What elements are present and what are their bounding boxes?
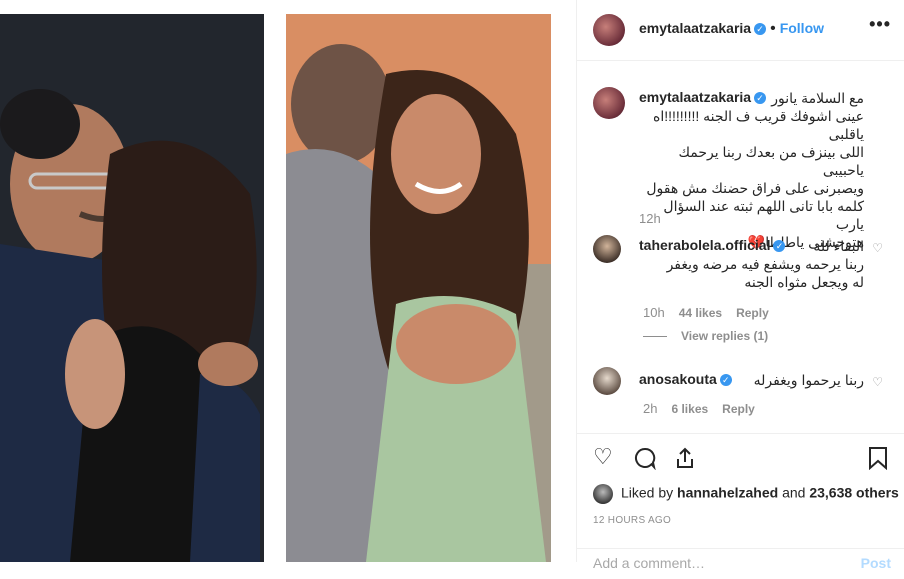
share-icon[interactable]: [673, 446, 697, 476]
post-media[interactable]: [0, 0, 576, 562]
liked-by-and: and: [782, 484, 806, 501]
caption-line: عينى اشوفك قريب ف الجنه !!!!!!!!!اه ياقل…: [653, 108, 864, 142]
liked-by-row: Liked by hannahelzahed and 23,638 others: [593, 484, 899, 504]
reply-button[interactable]: Reply: [736, 306, 769, 320]
caption-avatar[interactable]: [593, 87, 625, 119]
comment-like-heart-icon[interactable]: ♡: [872, 241, 883, 255]
caption-time[interactable]: 12h: [639, 211, 661, 226]
comment-likes[interactable]: 6 likes: [671, 402, 708, 416]
comment-time[interactable]: 10h: [643, 305, 665, 320]
comment-line: البقاء لله: [813, 238, 864, 254]
more-options-icon[interactable]: •••: [869, 14, 891, 35]
separator-dot: •: [770, 20, 776, 37]
comment-item: taherabolela.official ✓ البقاء لله ربنا ي…: [577, 231, 904, 351]
commenter-avatar[interactable]: [593, 367, 621, 395]
liker-avatar[interactable]: [593, 484, 613, 504]
view-replies-row[interactable]: View replies (1): [643, 329, 768, 343]
caption-line: اللى بينزف من بعدك ربنا يرحمك ياحبيبى: [678, 144, 865, 178]
comment-body: ربنا يرحموا ويغفرله: [637, 371, 864, 389]
comment-likes[interactable]: 44 likes: [679, 306, 722, 320]
liked-by-user[interactable]: hannahelzahed: [677, 485, 778, 501]
like-heart-icon[interactable]: ♡: [593, 444, 613, 470]
caption-line: مع السلامة يانور: [771, 90, 864, 106]
header-username[interactable]: emytalaatzakaria: [639, 20, 751, 36]
verified-badge-icon: ✓: [754, 22, 767, 35]
header-user-row: emytalaatzakaria ✓ • Follow: [639, 20, 824, 38]
caption-line: ويصبرنى على فراق حضنك مش هقول: [646, 180, 864, 196]
comment-bubble-icon[interactable]: [633, 446, 657, 476]
add-comment-input[interactable]: Add a comment…: [593, 555, 705, 571]
caption-line: كلمه بابا تانى اللهم ثبته عند السؤال يار…: [663, 198, 864, 232]
caption-body: مع السلامة يانور عينى اشوفك قريب ف الجنه…: [637, 89, 864, 251]
post-timestamp[interactable]: 12 HOURS AGO: [593, 515, 671, 526]
post-button[interactable]: Post: [861, 555, 891, 571]
follow-button[interactable]: Follow: [780, 20, 824, 36]
comments-list[interactable]: emytalaatzakaria ✓ مع السلامة يانور عينى …: [577, 61, 904, 433]
comment-body: البقاء لله ربنا يرحمه ويشفع فيه مرضه ويغ…: [637, 237, 864, 291]
photo-left-illustration: [0, 14, 264, 562]
comment-line: له ويجعل مثواه الجنه: [744, 274, 864, 290]
action-bar: ♡ Liked by hannahelzahed and 23,638 othe…: [577, 433, 904, 571]
comment-item: anosakouta ✓ ربنا يرحموا ويغفرله ♡ 2h 6 li…: [577, 363, 904, 423]
author-avatar[interactable]: [593, 14, 625, 46]
save-bookmark-icon[interactable]: [867, 446, 889, 476]
comment-time[interactable]: 2h: [643, 401, 657, 416]
likes-others-count[interactable]: 23,638 others: [809, 485, 899, 501]
post-side-panel: emytalaatzakaria ✓ • Follow ••• emytalaatza…: [576, 0, 904, 571]
caption: emytalaatzakaria ✓ مع السلامة يانور عينى …: [577, 61, 904, 250]
commenter-avatar[interactable]: [593, 235, 621, 263]
photo-left: [0, 14, 264, 562]
photo-right-illustration: [286, 14, 551, 562]
reply-button[interactable]: Reply: [722, 402, 755, 416]
liked-by-prefix: Liked by: [621, 484, 674, 501]
post-header: emytalaatzakaria ✓ • Follow •••: [577, 0, 904, 61]
comment-meta: 2h 6 likes Reply: [643, 401, 769, 416]
comment-line: ربنا يرحمه ويشفع فيه مرضه ويغفر: [666, 256, 864, 272]
photo-right: [286, 14, 551, 562]
comment-like-heart-icon[interactable]: ♡: [872, 375, 883, 389]
comment-meta: 10h 44 likes Reply: [643, 305, 783, 320]
comment-line: ربنا يرحموا ويغفرله: [753, 372, 864, 388]
add-comment-bar: Add a comment… Post: [577, 548, 904, 579]
view-replies-button[interactable]: View replies (1): [681, 329, 768, 343]
view-replies-line: [643, 336, 667, 338]
